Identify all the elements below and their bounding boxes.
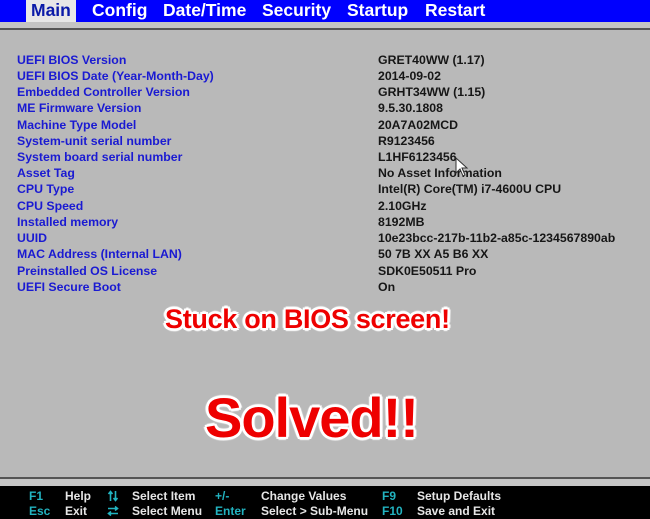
info-value: SDK0E50511 Pro (378, 264, 477, 278)
info-row-asset-tag: Asset Tag No Asset Information (0, 166, 650, 182)
info-value: 20A7A02MCD (378, 118, 458, 132)
info-label: ME Firmware Version (17, 101, 142, 115)
info-row-embedded-controller-version: Embedded Controller Version GRHT34WW (1.… (0, 85, 650, 101)
info-label: Machine Type Model (17, 118, 137, 132)
tab-restart[interactable]: Restart (425, 0, 485, 22)
info-label: System-unit serial number (17, 134, 172, 148)
key-enter: Enter (215, 504, 246, 518)
info-value: GRET40WW (1.17) (378, 53, 485, 67)
info-row-installed-memory: Installed memory 8192MB (0, 215, 650, 231)
key-f1-desc: Help (65, 489, 92, 503)
info-row-me-firmware-version: ME Firmware Version 9.5.30.1808 (0, 101, 650, 117)
info-row-uefi-bios-version: UEFI BIOS Version GRET40WW (1.17) (0, 53, 650, 69)
info-label: UEFI BIOS Version (17, 53, 127, 67)
select-item-desc: Select Item (132, 489, 196, 503)
info-label: Preinstalled OS License (17, 264, 158, 278)
select-menu-desc: Select Menu (132, 504, 203, 518)
change-values-desc: Change Values (261, 489, 347, 503)
bottom-divider-light (0, 479, 650, 486)
key-plus-minus: +/- (215, 489, 230, 503)
info-row-cpu-type: CPU Type Intel(R) Core(TM) i7-4600U CPU (0, 182, 650, 198)
up-down-arrows-icon (107, 490, 119, 502)
info-row-system-board-serial: System board serial number L1HF6123456 (0, 150, 650, 166)
save-and-exit-desc: Save and Exit (417, 504, 496, 518)
left-right-arrows-icon (107, 505, 119, 517)
key-esc-desc: Exit (65, 504, 88, 518)
key-f9: F9 (382, 489, 397, 503)
info-label: CPU Type (17, 182, 75, 196)
key-f10: F10 (382, 504, 403, 518)
info-value: R9123456 (378, 134, 435, 148)
top-divider-dark (0, 28, 650, 30)
info-label: UEFI Secure Boot (17, 280, 121, 294)
headline-caption: Stuck on BIOS screen! (165, 304, 450, 334)
tab-date-time[interactable]: Date/Time (163, 0, 246, 22)
info-label: System board serial number (17, 150, 183, 164)
tab-security[interactable]: Security (262, 0, 331, 22)
info-label: Asset Tag (17, 166, 75, 180)
info-value: 8192MB (378, 215, 425, 229)
info-value: L1HF6123456 (378, 150, 457, 164)
info-value: Intel(R) Core(TM) i7-4600U CPU (378, 182, 562, 196)
info-value: 50 7B XX A5 B6 XX (378, 247, 489, 261)
key-f1: F1 (29, 489, 44, 503)
info-value: No Asset Information (378, 166, 502, 180)
mouse-pointer-icon (455, 157, 469, 177)
info-label: CPU Speed (17, 199, 84, 213)
solved-caption: Solved!! (205, 386, 419, 449)
setup-defaults-desc: Setup Defaults (417, 489, 502, 503)
info-label: MAC Address (Internal LAN) (17, 247, 182, 261)
tab-config[interactable]: Config (92, 0, 147, 22)
tab-main[interactable]: Main (26, 0, 76, 24)
menu-bar: Main Config Date/Time Security Startup R… (0, 0, 650, 24)
select-sub-menu-desc: Select > Sub-Menu (261, 504, 369, 518)
info-value: 10e23bcc-217b-11b2-a85c-1234567890ab (378, 231, 616, 245)
info-label: UEFI BIOS Date (Year-Month-Day) (17, 69, 214, 83)
info-row-uefi-secure-boot: UEFI Secure Boot On (0, 280, 650, 296)
info-row-uuid: UUID 10e23bcc-217b-11b2-a85c-1234567890a… (0, 231, 650, 247)
info-row-machine-type-model: Machine Type Model 20A7A02MCD (0, 118, 650, 134)
key-legend-footer: F1 Help Select Item +/- Change Values F9… (0, 486, 650, 519)
info-value: 9.5.30.1808 (378, 101, 443, 115)
info-label: UUID (17, 231, 48, 245)
info-label: Installed memory (17, 215, 119, 229)
key-esc: Esc (29, 504, 51, 518)
info-label: Embedded Controller Version (17, 85, 190, 99)
info-row-cpu-speed: CPU Speed 2.10GHz (0, 199, 650, 215)
info-value: 2.10GHz (378, 199, 427, 213)
info-value: On (378, 280, 396, 294)
info-row-mac-address: MAC Address (Internal LAN) 50 7B XX A5 B… (0, 247, 650, 263)
tab-startup[interactable]: Startup (347, 0, 408, 22)
info-value: GRHT34WW (1.15) (378, 85, 486, 99)
info-row-system-unit-serial: System-unit serial number R9123456 (0, 134, 650, 150)
info-row-preinstalled-os-license: Preinstalled OS License SDK0E50511 Pro (0, 264, 650, 280)
info-row-uefi-bios-date: UEFI BIOS Date (Year-Month-Day) 2014-09-… (0, 69, 650, 85)
info-value: 2014-09-02 (378, 69, 441, 83)
